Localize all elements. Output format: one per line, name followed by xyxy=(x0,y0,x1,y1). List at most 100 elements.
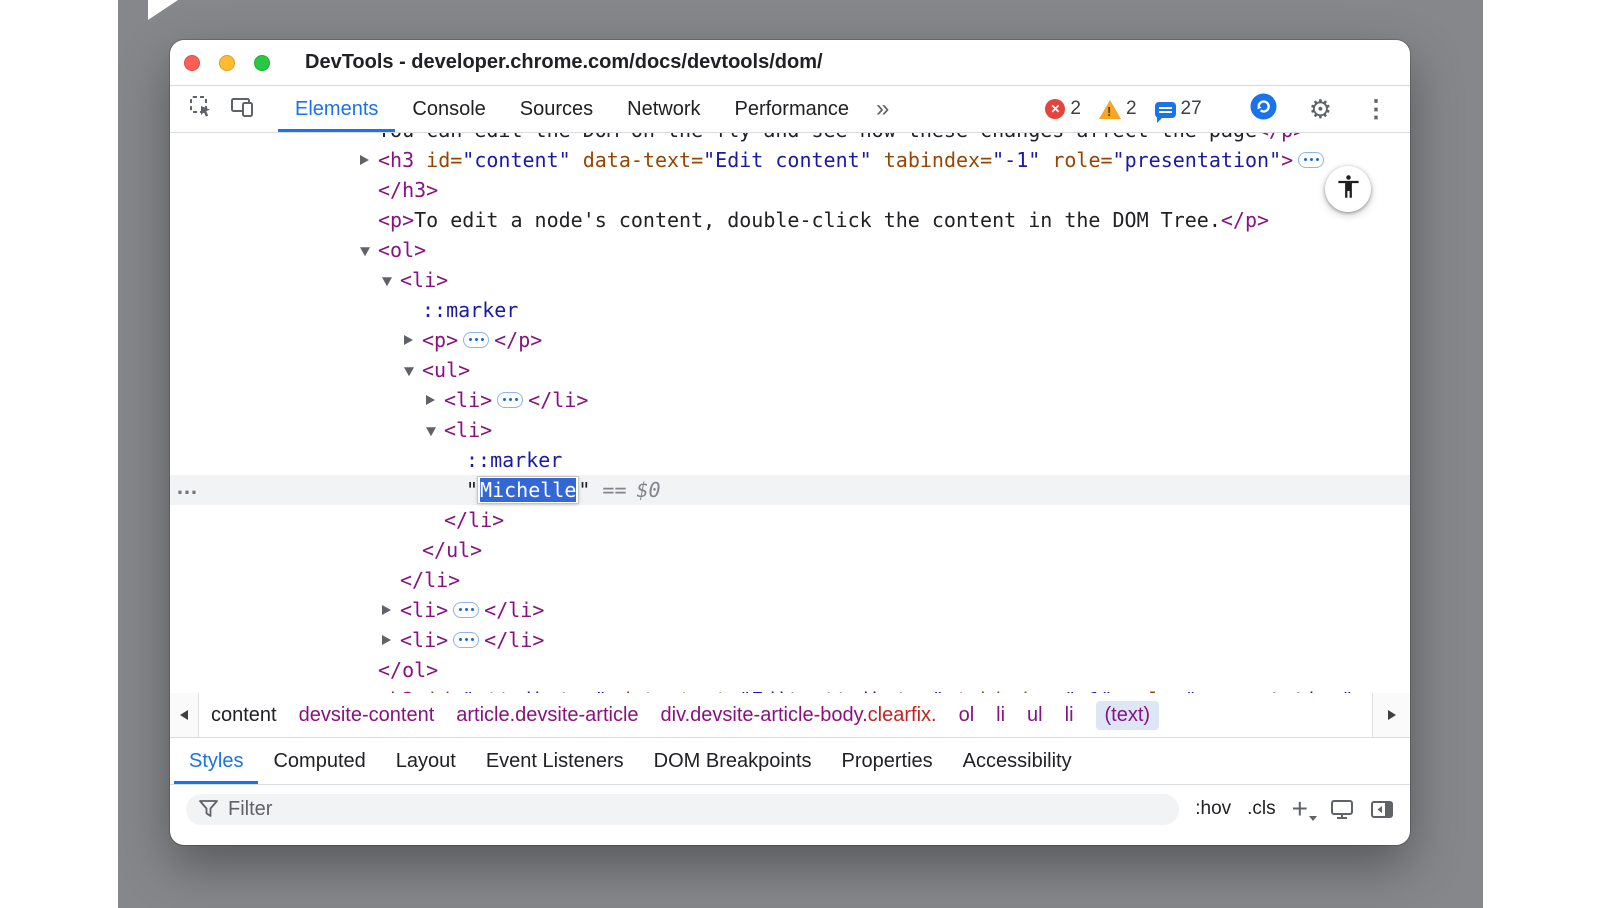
dom-tree-row[interactable]: ::marker xyxy=(170,295,1410,325)
more-tabs-button[interactable]: » xyxy=(866,86,899,132)
dom-tree-row[interactable]: <ol> xyxy=(170,235,1410,265)
collapse-triangle-icon[interactable] xyxy=(382,277,392,286)
dom-tree-row[interactable]: <p>To edit a node's content, double-clic… xyxy=(170,205,1410,235)
breadcrumb-part: content xyxy=(211,704,277,726)
tab-console[interactable]: Console xyxy=(395,86,502,132)
pseudo-state-toggle[interactable]: :hov xyxy=(1195,798,1231,820)
code-token: </h3> xyxy=(378,178,438,202)
accessibility-overlay-button[interactable] xyxy=(1325,166,1371,212)
selected-text: Michelle xyxy=(480,478,576,502)
code-token: id= xyxy=(414,688,462,693)
minimize-window-button[interactable] xyxy=(219,55,235,71)
close-window-button[interactable] xyxy=(184,55,200,71)
warning-badge[interactable]: 2 xyxy=(1099,98,1137,120)
dom-tree-row[interactable]: …"Michelle"==$0 xyxy=(170,475,1410,505)
code-token: "-1" xyxy=(1064,688,1112,693)
breadcrumb-part: article.devsite-article xyxy=(456,704,638,726)
inspect-cursor-icon xyxy=(188,94,214,125)
inline-expand-icon[interactable] xyxy=(497,392,523,408)
tab-network[interactable]: Network xyxy=(610,86,717,132)
dom-tree-row[interactable]: <h3 id="attributes" data-text="Edit attr… xyxy=(170,685,1410,693)
dom-tree-row[interactable]: <li> xyxy=(170,415,1410,445)
code-token: == xyxy=(590,478,636,502)
expand-triangle-icon[interactable] xyxy=(382,635,391,645)
tab-sources[interactable]: Sources xyxy=(503,86,610,132)
breadcrumb-item[interactable]: (text) xyxy=(1096,701,1160,730)
inspect-element-button[interactable] xyxy=(180,86,222,132)
toggle-sidebar-icon[interactable] xyxy=(1370,799,1394,819)
dom-tree-row[interactable]: <li></li> xyxy=(170,595,1410,625)
breadcrumb-scroll-right-button[interactable] xyxy=(1372,693,1410,737)
code-token: </p> xyxy=(494,328,542,352)
sidebar-tab-properties[interactable]: Properties xyxy=(827,738,948,784)
expand-triangle-icon[interactable] xyxy=(360,155,369,165)
main-tab-strip: ElementsConsoleSourcesNetworkPerformance xyxy=(278,86,866,132)
breadcrumb-item[interactable]: devsite-content xyxy=(299,704,435,727)
sidebar-tab-layout[interactable]: Layout xyxy=(381,738,471,784)
dom-tree-row[interactable]: <li></li> xyxy=(170,385,1410,415)
toolbar-right-cluster: 2 2 27 ⚙ ⋮ xyxy=(1045,86,1410,132)
scroll-right-icon xyxy=(1388,710,1396,720)
collapse-triangle-icon[interactable] xyxy=(426,427,436,436)
warning-count: 2 xyxy=(1126,98,1137,120)
dom-tree-row[interactable]: </li> xyxy=(170,505,1410,535)
collapse-triangle-icon[interactable] xyxy=(404,367,414,376)
breadcrumb-item[interactable]: ul xyxy=(1027,704,1043,727)
dom-tree-row[interactable]: <h3 id="content" data-text="Edit content… xyxy=(170,145,1410,175)
breadcrumb-item[interactable]: div.devsite-article-body.clearfix. xyxy=(661,704,937,727)
breadcrumb-item[interactable]: article.devsite-article xyxy=(456,704,638,727)
expand-triangle-icon[interactable] xyxy=(382,605,391,615)
code-token: role= xyxy=(1040,148,1112,172)
inline-expand-icon[interactable] xyxy=(453,602,479,618)
inline-expand-icon[interactable] xyxy=(453,632,479,648)
message-count: 27 xyxy=(1181,98,1202,120)
rendering-emulations-icon[interactable] xyxy=(1330,799,1354,820)
device-toolbar-button[interactable] xyxy=(222,86,264,132)
more-options-button[interactable]: ⋮ xyxy=(1356,95,1396,124)
dom-tree-row[interactable]: </ol> xyxy=(170,655,1410,685)
collapse-triangle-icon[interactable] xyxy=(360,247,370,256)
row-overflow-menu-icon[interactable]: … xyxy=(176,472,198,502)
expand-triangle-icon[interactable] xyxy=(404,335,413,345)
settings-button[interactable]: ⚙ xyxy=(1301,94,1340,125)
dom-tree-row[interactable]: </li> xyxy=(170,565,1410,595)
tab-performance[interactable]: Performance xyxy=(718,86,867,132)
element-class-toggle[interactable]: .cls xyxy=(1247,798,1276,820)
sidebar-tab-dom-breakpoints[interactable]: DOM Breakpoints xyxy=(639,738,827,784)
dom-tree-row[interactable]: <li> xyxy=(170,265,1410,295)
tab-elements[interactable]: Elements xyxy=(278,86,395,132)
sidebar-tab-styles[interactable]: Styles xyxy=(174,738,258,784)
styles-filter-field[interactable] xyxy=(186,794,1179,825)
inline-expand-icon[interactable] xyxy=(1298,152,1324,168)
sync-button[interactable] xyxy=(1242,93,1285,125)
text-edit-field[interactable]: Michelle xyxy=(478,477,578,503)
breadcrumb-item[interactable]: content xyxy=(211,704,277,727)
sidebar-tab-computed[interactable]: Computed xyxy=(258,738,380,784)
sidebar-tab-accessibility[interactable]: Accessibility xyxy=(948,738,1087,784)
message-badge[interactable]: 27 xyxy=(1155,98,1202,120)
breadcrumb-item[interactable]: li xyxy=(996,704,1005,727)
dom-tree-row[interactable]: <li></li> xyxy=(170,625,1410,655)
dom-tree-row[interactable]: <ul> xyxy=(170,355,1410,385)
dom-tree-row[interactable]: ::marker xyxy=(170,445,1410,475)
dom-tree-row[interactable]: You can edit the DOM on the fly and see … xyxy=(170,133,1410,145)
inline-expand-icon[interactable] xyxy=(463,332,489,348)
dom-tree-row[interactable]: </ul> xyxy=(170,535,1410,565)
code-token: You can edit the DOM on the fly and see … xyxy=(378,133,1257,142)
sidebar-tab-event-listeners[interactable]: Event Listeners xyxy=(471,738,639,784)
breadcrumb-item[interactable]: li xyxy=(1065,704,1074,727)
new-style-rule-button[interactable]: + xyxy=(1292,798,1314,820)
error-count: 2 xyxy=(1070,98,1081,120)
breadcrumb-part: clearfix. xyxy=(868,704,937,726)
error-badge[interactable]: 2 xyxy=(1045,98,1081,120)
code-token: " xyxy=(578,478,590,502)
filter-input[interactable] xyxy=(228,798,1166,821)
breadcrumb-item[interactable]: ol xyxy=(959,704,975,727)
expand-triangle-icon[interactable] xyxy=(426,395,435,405)
code-token: ::marker xyxy=(466,448,562,472)
zoom-window-button[interactable] xyxy=(254,55,270,71)
breadcrumb-scroll-left-button[interactable] xyxy=(170,693,199,737)
dom-tree-row[interactable]: <p></p> xyxy=(170,325,1410,355)
code-token: tabindex= xyxy=(872,148,992,172)
dom-tree-row[interactable]: </h3> xyxy=(170,175,1410,205)
